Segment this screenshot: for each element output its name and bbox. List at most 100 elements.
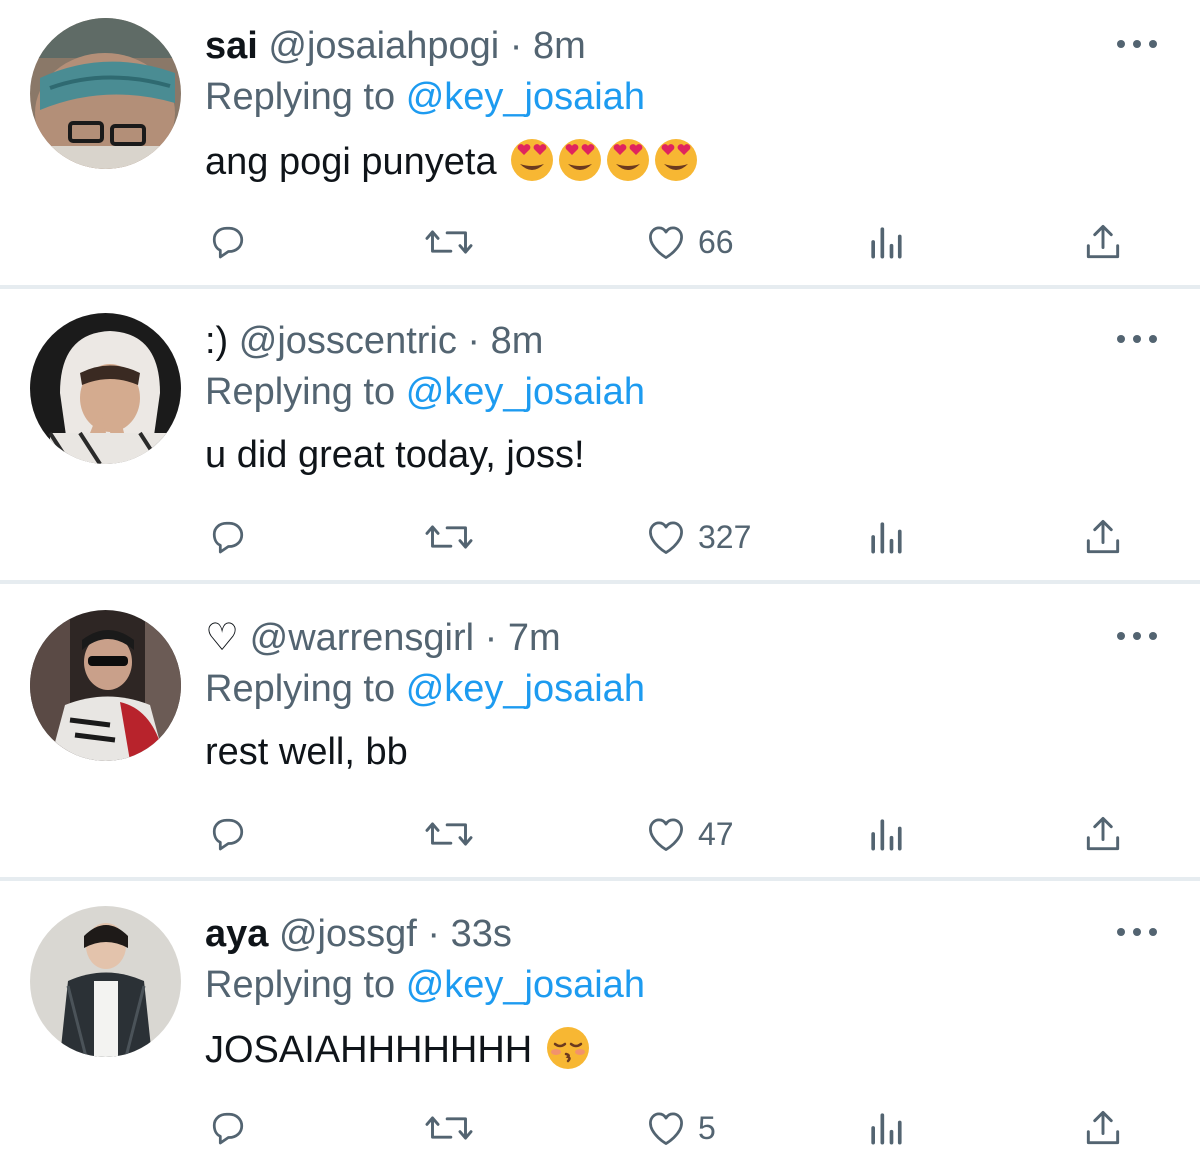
tweet-card[interactable]: ♡ @warrensgirl · 7m Replying to @key_jos… bbox=[0, 592, 1200, 877]
user-handle[interactable]: @warrensgirl bbox=[250, 617, 474, 659]
retweet-button[interactable] bbox=[421, 515, 477, 559]
tweet-actions: 5 bbox=[0, 1106, 1200, 1150]
avatar[interactable] bbox=[30, 313, 181, 464]
like-button[interactable]: 66 bbox=[644, 220, 734, 264]
replying-prefix: Replying to bbox=[205, 668, 396, 710]
kissing-closed-eyes-emoji bbox=[545, 1025, 591, 1071]
timestamp[interactable]: 8m bbox=[533, 25, 586, 67]
more-icon[interactable] bbox=[1117, 38, 1157, 50]
reply-icon bbox=[212, 226, 244, 259]
heart-icon bbox=[649, 1112, 683, 1145]
retweet-button[interactable] bbox=[421, 220, 477, 264]
share-button[interactable] bbox=[1081, 1106, 1125, 1150]
display-name[interactable]: sai bbox=[205, 25, 258, 67]
reply-button[interactable] bbox=[206, 812, 250, 856]
user-handle[interactable]: @jossgf bbox=[279, 913, 417, 955]
views-button[interactable] bbox=[866, 812, 906, 856]
tweet-card[interactable]: aya @jossgf · 33s Replying to @key_josai… bbox=[0, 888, 1200, 1176]
reply-icon bbox=[212, 521, 244, 554]
views-icon bbox=[871, 819, 902, 851]
separator-dot: · bbox=[427, 913, 441, 955]
tweet-card[interactable]: sai @josaiahpogi · 8m Replying to @key_j… bbox=[0, 0, 1200, 285]
more-icon[interactable] bbox=[1117, 926, 1157, 938]
tweet-actions: 327 bbox=[0, 515, 1200, 559]
replying-to: Replying to @key_josaiah bbox=[205, 75, 645, 119]
heart-eyes-emoji bbox=[605, 137, 651, 183]
tweet-body: JOSAIAHHHHHHH bbox=[205, 1029, 533, 1071]
divider bbox=[0, 580, 1200, 584]
divider bbox=[0, 285, 1200, 289]
like-count: 47 bbox=[698, 816, 734, 852]
like-count: 5 bbox=[698, 1110, 716, 1146]
heart-eyes-emoji bbox=[509, 137, 555, 183]
share-icon bbox=[1086, 224, 1120, 259]
replying-prefix: Replying to bbox=[205, 76, 396, 118]
tweet-header: aya @jossgf · 33s bbox=[205, 912, 512, 956]
replying-to: Replying to @key_josaiah bbox=[205, 370, 645, 414]
retweet-icon bbox=[425, 822, 473, 846]
retweet-button[interactable] bbox=[421, 1106, 477, 1150]
views-icon bbox=[871, 522, 902, 554]
separator-dot: · bbox=[509, 25, 523, 67]
reply-mention-link[interactable]: @key_josaiah bbox=[406, 668, 645, 710]
heart-icon bbox=[649, 521, 683, 554]
tweet-actions: 66 bbox=[0, 220, 1200, 264]
like-button[interactable]: 327 bbox=[644, 515, 751, 559]
tweet-text: JOSAIAHHHHHHH bbox=[205, 1025, 591, 1073]
replying-prefix: Replying to bbox=[205, 371, 396, 413]
timestamp[interactable]: 7m bbox=[508, 617, 561, 659]
tweet-body: rest well, bb bbox=[205, 731, 408, 773]
retweet-button[interactable] bbox=[421, 812, 477, 856]
views-button[interactable] bbox=[866, 1106, 906, 1150]
divider bbox=[0, 877, 1200, 881]
share-button[interactable] bbox=[1081, 515, 1125, 559]
views-button[interactable] bbox=[866, 515, 906, 559]
retweet-icon bbox=[425, 525, 473, 549]
reply-mention-link[interactable]: @key_josaiah bbox=[406, 371, 645, 413]
tweet-text: rest well, bb bbox=[205, 729, 408, 775]
avatar[interactable] bbox=[30, 610, 181, 761]
tweet-body: ang pogi punyeta bbox=[205, 141, 497, 183]
more-icon[interactable] bbox=[1117, 333, 1157, 345]
like-button[interactable]: 5 bbox=[644, 1106, 716, 1150]
avatar[interactable] bbox=[30, 18, 181, 169]
like-count: 327 bbox=[698, 519, 752, 555]
timestamp[interactable]: 33s bbox=[451, 913, 512, 955]
views-icon bbox=[871, 1113, 902, 1145]
replying-to: Replying to @key_josaiah bbox=[205, 963, 645, 1007]
tweet-actions: 47 bbox=[0, 812, 1200, 856]
reply-button[interactable] bbox=[206, 220, 250, 264]
heart-eyes-emoji bbox=[653, 137, 699, 183]
user-handle[interactable]: @josscentric bbox=[239, 320, 457, 362]
views-button[interactable] bbox=[866, 220, 906, 264]
like-button[interactable]: 47 bbox=[644, 812, 734, 856]
avatar[interactable] bbox=[30, 906, 181, 1057]
retweet-icon bbox=[425, 230, 473, 254]
reply-button[interactable] bbox=[206, 515, 250, 559]
display-name[interactable]: aya bbox=[205, 913, 268, 955]
reply-feed: sai @josaiahpogi · 8m Replying to @key_j… bbox=[0, 0, 1200, 1176]
tweet-header: sai @josaiahpogi · 8m bbox=[205, 24, 586, 68]
heart-eyes-emoji bbox=[557, 137, 603, 183]
share-button[interactable] bbox=[1081, 812, 1125, 856]
more-icon[interactable] bbox=[1117, 630, 1157, 642]
like-count: 66 bbox=[698, 224, 734, 260]
user-handle[interactable]: @josaiahpogi bbox=[268, 25, 499, 67]
display-name[interactable]: ♡ bbox=[205, 617, 239, 659]
tweet-card[interactable]: :) @josscentric · 8m Replying to @key_jo… bbox=[0, 295, 1200, 580]
reply-mention-link[interactable]: @key_josaiah bbox=[406, 964, 645, 1006]
share-icon bbox=[1086, 1110, 1120, 1145]
reply-icon bbox=[212, 1112, 244, 1145]
reply-icon bbox=[212, 818, 244, 851]
tweet-header: :) @josscentric · 8m bbox=[205, 319, 543, 363]
share-icon bbox=[1086, 519, 1120, 554]
share-icon bbox=[1086, 816, 1120, 851]
share-button[interactable] bbox=[1081, 220, 1125, 264]
reply-mention-link[interactable]: @key_josaiah bbox=[406, 76, 645, 118]
timestamp[interactable]: 8m bbox=[491, 320, 544, 362]
views-icon bbox=[871, 227, 902, 259]
reply-button[interactable] bbox=[206, 1106, 250, 1150]
display-name[interactable]: :) bbox=[205, 320, 228, 362]
replying-to: Replying to @key_josaiah bbox=[205, 667, 645, 711]
replying-prefix: Replying to bbox=[205, 964, 396, 1006]
